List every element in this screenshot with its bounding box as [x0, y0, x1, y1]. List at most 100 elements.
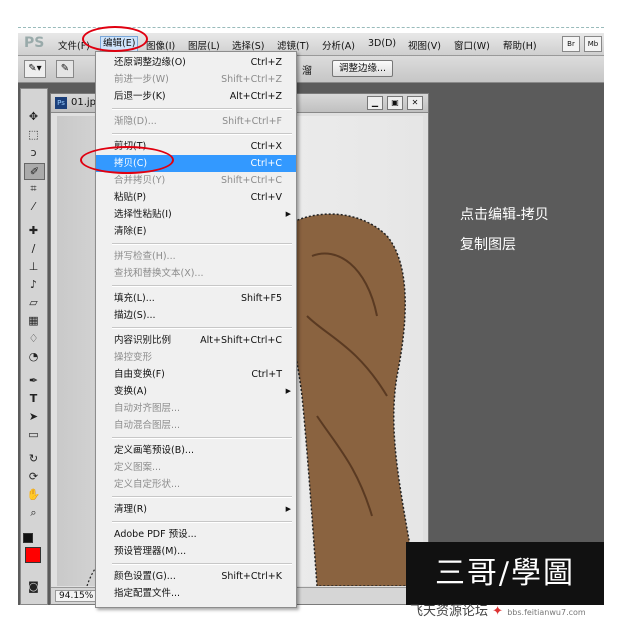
- close-icon[interactable]: ✕: [407, 96, 423, 110]
- edit-menu-item-label: 颜色设置(G)...: [114, 571, 176, 582]
- bridge-button[interactable]: Br: [562, 36, 580, 52]
- lasso-icon[interactable]: ↄ: [24, 145, 43, 160]
- edit-menu-item-label: 清理(R): [114, 504, 148, 515]
- caption: 点击编辑-拷贝 复制图层: [460, 200, 549, 260]
- edit-menu-item[interactable]: 变换(A) ▶: [96, 383, 296, 400]
- stamp-icon[interactable]: ⊥: [24, 259, 43, 274]
- edit-menu-item-label: 描边(S)...: [114, 310, 156, 321]
- edit-menu-item-shortcut: Alt+Shift+Ctrl+C: [200, 335, 282, 346]
- minibridge-button[interactable]: Mb: [584, 36, 602, 52]
- menu-select[interactable]: 选择(S): [232, 38, 264, 52]
- edit-menu-item[interactable]: 定义图案...: [96, 459, 296, 476]
- default-colors-icon[interactable]: [23, 533, 33, 543]
- pen-icon[interactable]: ✒: [24, 373, 43, 388]
- edit-menu-item-label: 填充(L)...: [114, 293, 155, 304]
- edit-menu-item[interactable]: Adobe PDF 预设...: [96, 526, 296, 543]
- edit-menu-item-label: 前进一步(W): [114, 74, 169, 85]
- edit-menu-dropdown: 还原调整边缘(O) Ctrl+Z 前进一步(W) Shift+Ctrl+Z 后退一步(K…: [95, 51, 297, 608]
- menu-layer[interactable]: 图层(L): [188, 38, 220, 52]
- edit-menu-item[interactable]: 自动对齐图层...: [96, 400, 296, 417]
- submenu-arrow-icon: ▶: [285, 505, 291, 513]
- minimize-icon[interactable]: ▁: [367, 96, 383, 110]
- submenu-arrow-icon: ▶: [285, 387, 291, 395]
- move-icon[interactable]: ✥: [24, 109, 43, 124]
- edit-menu-item-label: 拼写检查(H)...: [114, 251, 176, 262]
- shape-icon[interactable]: ▭: [24, 427, 43, 442]
- edit-menu-item-label: 内容识别比例: [114, 335, 172, 346]
- edit-menu-item-label: 自动混合图层...: [114, 420, 181, 431]
- edit-menu-item[interactable]: 自动混合图层...: [96, 417, 296, 434]
- footer-url[interactable]: bbs.feitianwu7.com: [507, 608, 586, 617]
- menu-analysis[interactable]: 分析(A): [322, 38, 355, 52]
- quick-select-icon[interactable]: ✐: [24, 163, 45, 180]
- caption-line-1: 点击编辑-拷贝: [460, 207, 549, 223]
- edit-menu-item[interactable]: 定义画笔预设(B)...: [96, 442, 296, 459]
- edit-menu-item-label: 选择性粘贴(I): [114, 209, 172, 220]
- menu-3d[interactable]: 3D(D): [368, 38, 396, 49]
- tool-preset-icon[interactable]: ✎▾: [24, 60, 46, 78]
- menu-image[interactable]: 图像(I): [146, 38, 175, 52]
- menu-view[interactable]: 视图(V): [408, 38, 441, 52]
- 3d-orbit-icon[interactable]: ⟳: [24, 469, 43, 484]
- menu-separator: [112, 108, 292, 110]
- edit-menu-item[interactable]: 渐隐(D)... Shift+Ctrl+F: [96, 113, 296, 130]
- refine-edge-button[interactable]: 调整边缘...: [332, 60, 394, 77]
- edit-menu-item-label: 自由变换(F): [114, 369, 165, 380]
- menu-separator: [112, 133, 292, 135]
- path-select-icon[interactable]: ➤: [24, 409, 43, 424]
- edit-menu-item[interactable]: 前进一步(W) Shift+Ctrl+Z: [96, 71, 296, 88]
- edit-menu-item[interactable]: 清理(R) ▶: [96, 501, 296, 518]
- edit-menu-item[interactable]: 查找和替换文本(X)...: [96, 265, 296, 282]
- zoom-level[interactable]: 94.15%: [55, 590, 98, 602]
- edit-menu-item[interactable]: 粘贴(P) Ctrl+V: [96, 189, 296, 206]
- type-icon[interactable]: T: [24, 391, 43, 406]
- 3d-rotate-icon[interactable]: ↻: [24, 451, 43, 466]
- menu-help[interactable]: 帮助(H): [503, 38, 537, 52]
- edit-menu-item[interactable]: 后退一步(K) Alt+Ctrl+Z: [96, 88, 296, 105]
- edit-menu-item[interactable]: 操控变形: [96, 349, 296, 366]
- edit-menu-item[interactable]: 还原调整边缘(O) Ctrl+Z: [96, 54, 296, 71]
- edit-menu-item-label: 合并拷贝(Y): [114, 175, 166, 186]
- edit-menu-item[interactable]: 合并拷贝(Y) Shift+Ctrl+C: [96, 172, 296, 189]
- edit-menu-item-shortcut: Shift+Ctrl+K: [221, 571, 282, 582]
- edit-menu-item-label: 指定配置文件...: [114, 588, 181, 599]
- healing-icon[interactable]: ✚: [24, 223, 43, 238]
- eyedropper-icon[interactable]: ⁄: [24, 199, 43, 214]
- edit-menu-item[interactable]: 填充(L)... Shift+F5: [96, 290, 296, 307]
- marquee-icon[interactable]: ⬚: [24, 127, 43, 142]
- edit-menu-item-label: 粘贴(P): [114, 192, 147, 203]
- edit-menu-item-label: 清除(E): [114, 226, 147, 237]
- restore-icon[interactable]: ▣: [387, 96, 403, 110]
- edit-menu-item-shortcut: Ctrl+X: [250, 141, 282, 152]
- edit-menu-item[interactable]: 定义自定形状...: [96, 476, 296, 493]
- menu-window[interactable]: 窗口(W): [454, 38, 490, 52]
- edit-menu-item[interactable]: 内容识别比例 Alt+Shift+Ctrl+C: [96, 332, 296, 349]
- edit-menu-item[interactable]: 选择性粘贴(I) ▶: [96, 206, 296, 223]
- edit-menu-item-shortcut: Shift+Ctrl+F: [222, 116, 282, 127]
- new-selection-icon[interactable]: ✎: [56, 60, 74, 78]
- edit-menu-item[interactable]: 描边(S)...: [96, 307, 296, 324]
- edit-menu-item[interactable]: 拼写检查(H)...: [96, 248, 296, 265]
- dodge-icon[interactable]: ◔: [24, 349, 43, 364]
- blur-icon[interactable]: ♢: [24, 331, 43, 346]
- edit-menu-item[interactable]: 预设管理器(M)...: [96, 543, 296, 560]
- edit-menu-item-label: 定义自定形状...: [114, 479, 181, 490]
- brush-icon[interactable]: ∕: [24, 241, 43, 256]
- menu-filter[interactable]: 滤镜(T): [277, 38, 309, 52]
- eraser-icon[interactable]: ▱: [24, 295, 43, 310]
- submenu-arrow-icon: ▶: [285, 210, 291, 218]
- edit-menu-item[interactable]: 清除(E): [96, 223, 296, 240]
- edit-menu-item[interactable]: 指定配置文件...: [96, 585, 296, 602]
- edit-menu-item[interactable]: 自由变换(F) Ctrl+T: [96, 366, 296, 383]
- edit-menu-item[interactable]: 颜色设置(G)... Shift+Ctrl+K: [96, 568, 296, 585]
- edit-menu-item-shortcut: Shift+Ctrl+Z: [221, 74, 282, 85]
- foreground-color-swatch[interactable]: [25, 547, 41, 563]
- sample-layers-label: 溜: [302, 66, 312, 77]
- edit-menu-item-label: 后退一步(K): [114, 91, 166, 102]
- zoom-icon[interactable]: ⌕: [24, 505, 43, 520]
- quick-mask-icon[interactable]: ◙: [24, 579, 43, 594]
- crop-icon[interactable]: ⌗: [24, 181, 43, 196]
- gradient-icon[interactable]: ▦: [24, 313, 43, 328]
- hand-icon[interactable]: ✋: [24, 487, 43, 502]
- history-brush-icon[interactable]: ♪: [24, 277, 43, 292]
